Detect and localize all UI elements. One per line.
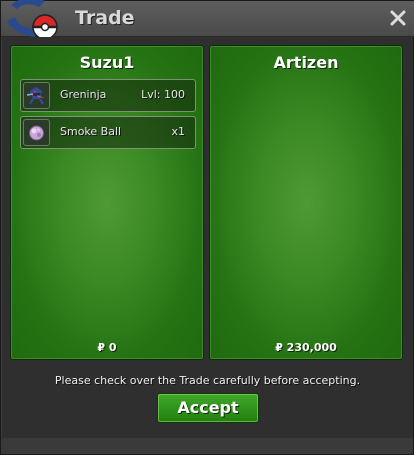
trade-item-smoke-ball[interactable]: Smoke Ball x1 xyxy=(20,116,196,149)
smoke-ball-icon xyxy=(23,119,50,146)
close-icon[interactable] xyxy=(387,7,409,29)
pokeball-logo-icon xyxy=(7,0,58,40)
left-player-name: Suzu1 xyxy=(79,53,135,72)
accept-button[interactable]: Accept xyxy=(157,393,259,423)
trade-content: Suzu1 Greninja Lvl: 100 Smoke Ball x1 ₽ … xyxy=(2,37,413,438)
trade-item-greninja[interactable]: Greninja Lvl: 100 xyxy=(20,79,196,112)
right-player-name: Artizen xyxy=(273,53,339,72)
left-money-offer: ₽ 0 xyxy=(97,341,117,354)
trade-window: Trade Suzu1 Greninja Lvl: 100 Smoke Ball… xyxy=(0,0,414,455)
trade-item-name: Greninja xyxy=(60,88,107,101)
trade-item-quantity: x1 xyxy=(171,125,185,138)
trade-item-name: Smoke Ball xyxy=(60,125,122,138)
partner-offer-panel: Artizen ₽ 230,000 xyxy=(209,45,403,360)
right-money-offer: ₽ 230,000 xyxy=(275,341,337,354)
my-offer-panel: Suzu1 Greninja Lvl: 100 Smoke Ball x1 ₽ … xyxy=(10,45,204,360)
window-title: Trade xyxy=(75,7,135,29)
greninja-sprite-icon xyxy=(23,82,50,109)
trade-notice: Please check over the Trade carefully be… xyxy=(54,374,361,387)
title-bar: Trade xyxy=(1,0,414,40)
trade-item-level: Lvl: 100 xyxy=(141,88,185,101)
